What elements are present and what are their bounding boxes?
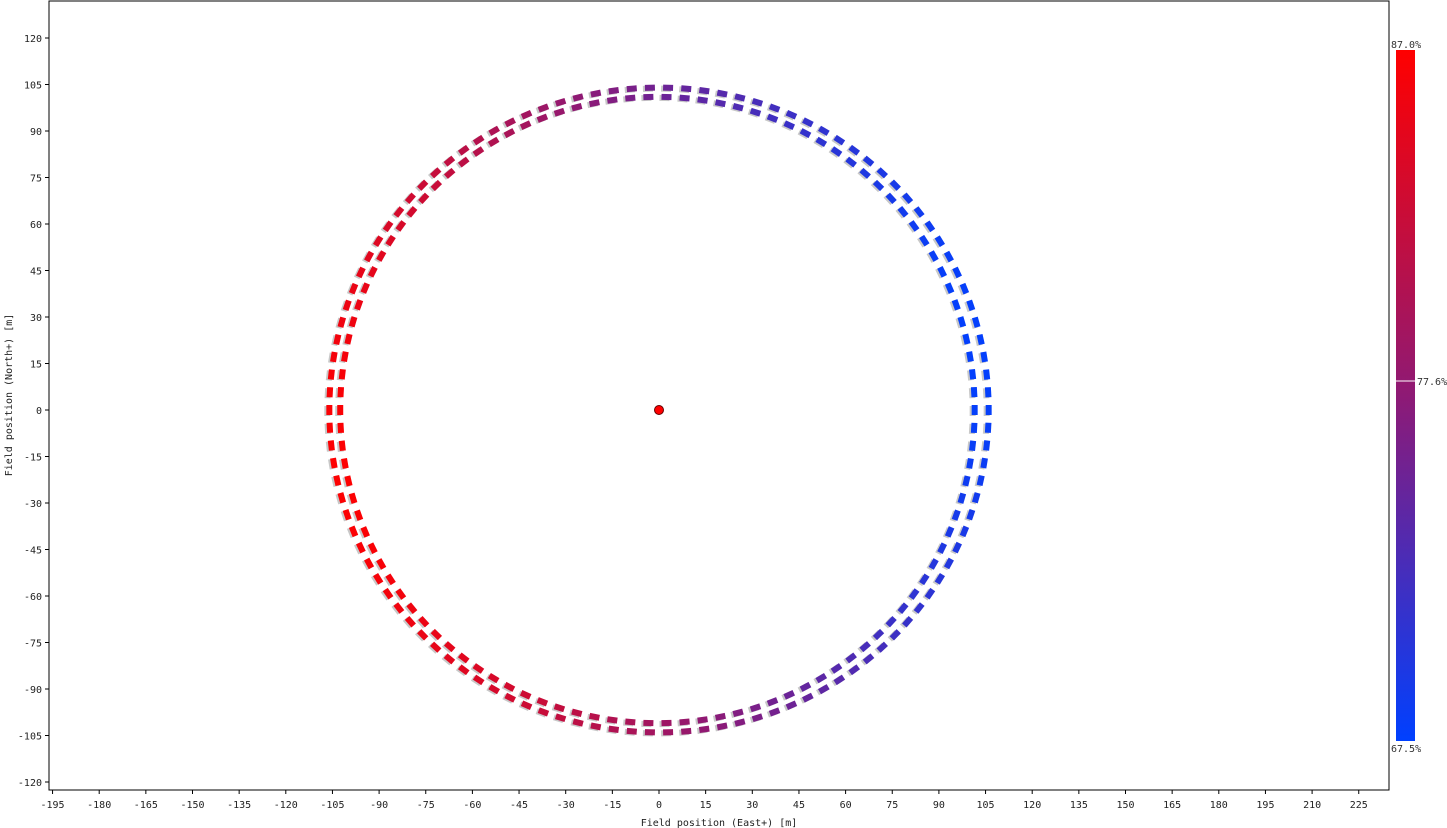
heliostat-marker — [971, 405, 978, 415]
x-tick-label: 165 — [1163, 800, 1181, 811]
x-tick-label: 210 — [1303, 800, 1321, 811]
x-tick-label: 150 — [1116, 800, 1134, 811]
y-tick-label: -45 — [24, 546, 42, 557]
heliostat-marker — [663, 84, 674, 91]
heliostat-marker — [679, 94, 690, 102]
x-tick-label: 30 — [746, 800, 758, 811]
x-tick-label: -75 — [417, 800, 435, 811]
heliostat-marker — [326, 387, 334, 398]
heliostat-marker — [970, 386, 978, 398]
heliostat-marker — [625, 94, 636, 102]
y-tick-label: 15 — [30, 360, 42, 371]
colorbar-mid-label: 77.6% — [1417, 377, 1447, 388]
x-tick-label: -30 — [557, 800, 575, 811]
y-tick-label: 90 — [30, 127, 42, 138]
x-tick-label: 0 — [656, 800, 662, 811]
x-tick-label: -150 — [180, 800, 204, 811]
heliostat-marker — [983, 369, 991, 380]
x-tick-label: -15 — [603, 800, 621, 811]
y-tick-label: -60 — [24, 592, 42, 603]
heliostat-marker — [326, 405, 333, 415]
heliostat-marker — [680, 85, 692, 93]
heliostat-field-chart: -195 -180 -165 -150 -135 -120 -105 -90 -75 -60 -45… — [4, 0, 1447, 828]
y-tick-label: -75 — [24, 639, 42, 650]
heliostat-marker — [338, 368, 346, 380]
heliostat-marker — [983, 440, 991, 451]
y-tick-label: -105 — [18, 732, 42, 743]
heliostat-marker — [970, 422, 978, 434]
y-tick-label: -120 — [18, 778, 42, 789]
y-tick-label: 45 — [30, 267, 42, 278]
x-tick-label: -60 — [463, 800, 481, 811]
x-tick-label: 225 — [1350, 800, 1368, 811]
heliostat-marker — [337, 422, 345, 434]
heliostat-marker — [327, 369, 335, 380]
x-tick-label: 105 — [977, 800, 995, 811]
x-tick-label: 195 — [1256, 800, 1274, 811]
y-tick-label: -30 — [24, 499, 42, 510]
x-tick-label: 75 — [886, 800, 898, 811]
x-tick-label: -120 — [274, 800, 298, 811]
y-tick-label: 60 — [30, 220, 42, 231]
x-tick-label: -90 — [370, 800, 388, 811]
x-tick-label: 15 — [700, 800, 712, 811]
x-tick-label: 45 — [793, 800, 805, 811]
x-tick-label: 90 — [933, 800, 945, 811]
heliostat-marker — [643, 93, 654, 101]
colorbar-min-label: 67.5% — [1391, 744, 1421, 755]
heliostat-marker — [679, 718, 690, 726]
heliostat-marker — [663, 729, 674, 736]
x-tick-label: -195 — [41, 800, 65, 811]
x-tick-label: 180 — [1210, 800, 1228, 811]
heliostat-marker — [625, 718, 636, 726]
x-tick-label: -180 — [87, 800, 111, 811]
x-tick-label: 135 — [1070, 800, 1088, 811]
heliostat-marker — [338, 440, 346, 452]
y-axis-ticks: 120 105 90 75 60 45 30 15 0 -15 -30 -45 -60 -75 -90 -10… — [18, 34, 49, 789]
heliostat-marker — [984, 387, 992, 398]
heliostat-marker — [661, 719, 672, 727]
heliostat-marker — [969, 368, 977, 380]
y-axis-label: Field position (North+) [m] — [4, 314, 15, 477]
x-tick-label: 120 — [1023, 800, 1041, 811]
heliostat-marker — [969, 440, 977, 452]
tower-marker — [654, 405, 664, 415]
y-tick-label: -15 — [24, 453, 42, 464]
x-tick-label: -165 — [134, 800, 158, 811]
y-tick-label: 30 — [30, 313, 42, 324]
heliostat-marker — [985, 405, 992, 415]
y-tick-label: 120 — [24, 34, 42, 45]
y-tick-label: -90 — [24, 685, 42, 696]
heliostat-marker — [626, 85, 638, 93]
x-tick-label: -135 — [227, 800, 251, 811]
heliostat-marker — [643, 719, 654, 727]
heliostat-marker — [337, 386, 345, 398]
heliostat-marker — [337, 405, 344, 415]
heliostat-marker — [326, 422, 334, 433]
heliostat-marker — [327, 440, 335, 451]
x-tick-label: -45 — [510, 800, 528, 811]
x-tick-label: 60 — [840, 800, 852, 811]
x-axis-label: Field position (East+) [m] — [641, 818, 798, 828]
heliostat-marker — [644, 84, 655, 91]
heliostat-marker — [680, 727, 692, 735]
x-tick-label: -105 — [320, 800, 344, 811]
x-axis-ticks: -195 -180 -165 -150 -135 -120 -105 -90 -75 -60 -45… — [41, 790, 1368, 811]
heliostat-marker — [661, 93, 672, 101]
heliostat-marker — [644, 729, 655, 736]
heliostat-marker — [626, 727, 638, 735]
y-tick-label: 105 — [24, 81, 42, 92]
y-tick-label: 0 — [36, 406, 42, 417]
heliostat-marker — [984, 422, 992, 433]
colorbar-max-label: 87.0% — [1391, 40, 1421, 51]
y-tick-label: 75 — [30, 174, 42, 185]
colorbar — [1396, 50, 1415, 741]
plot-area — [48, 0, 1390, 791]
